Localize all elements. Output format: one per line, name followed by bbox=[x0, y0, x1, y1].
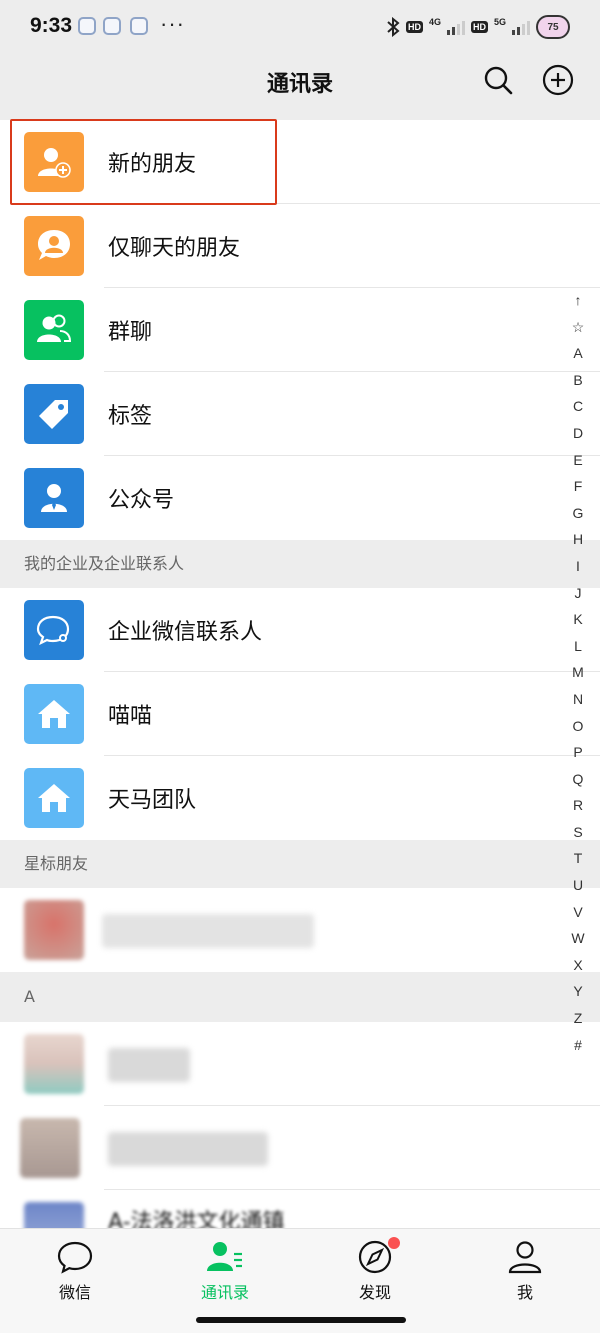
hd-badge: HD bbox=[470, 21, 488, 33]
network-type: 5G bbox=[493, 17, 506, 27]
search-icon[interactable] bbox=[482, 64, 514, 96]
section-header-starred: 星标朋友 bbox=[0, 840, 600, 888]
list-item-label: 公众号 bbox=[108, 488, 175, 513]
index-letter[interactable]: U bbox=[573, 872, 583, 899]
section-header-a: A bbox=[0, 972, 600, 1022]
list-item-label: 天马团队 bbox=[108, 788, 197, 813]
house-icon bbox=[24, 684, 84, 744]
contact-row[interactable] bbox=[0, 1106, 600, 1190]
plus-circle-icon[interactable] bbox=[542, 64, 574, 96]
index-letter[interactable]: K bbox=[573, 606, 582, 633]
index-letter[interactable]: A bbox=[573, 340, 582, 367]
contacts-icon bbox=[207, 1242, 242, 1271]
index-letter[interactable]: Z bbox=[574, 1005, 583, 1032]
avatar bbox=[24, 900, 84, 960]
contact-name-redacted bbox=[108, 1048, 190, 1082]
group-icon bbox=[24, 300, 84, 360]
index-letter[interactable]: P bbox=[573, 739, 582, 766]
avatar bbox=[20, 1118, 80, 1178]
notification-badge bbox=[388, 1237, 400, 1249]
status-indicators: HD 4G HD 5G 75 bbox=[386, 14, 570, 40]
list-item-tags[interactable]: 标签 bbox=[0, 372, 600, 456]
tag-icon bbox=[24, 384, 84, 444]
avatar bbox=[24, 1034, 84, 1094]
chat-only-icon bbox=[24, 216, 84, 276]
wecom-icon bbox=[24, 600, 84, 660]
index-letter[interactable]: I bbox=[576, 553, 580, 580]
person-icon bbox=[508, 1241, 542, 1274]
tab-label: 我 bbox=[516, 1283, 533, 1302]
section-header-enterprise: 我的企业及企业联系人 bbox=[0, 540, 600, 588]
index-letter[interactable]: ☆ bbox=[572, 314, 585, 341]
index-letter[interactable]: W bbox=[571, 925, 584, 952]
hd-badge: HD bbox=[405, 21, 423, 33]
list-item-label: 仅聊天的朋友 bbox=[108, 236, 241, 261]
list-item-enterprise[interactable]: 天马团队 bbox=[0, 756, 600, 840]
index-letter[interactable]: D bbox=[573, 420, 583, 447]
list-item-label: 企业微信联系人 bbox=[108, 620, 263, 645]
list-item-enterprise[interactable]: 喵喵 bbox=[0, 672, 600, 756]
index-letter[interactable]: # bbox=[574, 1032, 582, 1059]
index-letter[interactable]: C bbox=[573, 393, 583, 420]
index-letter[interactable]: V bbox=[573, 899, 582, 926]
highlight-box bbox=[10, 119, 277, 205]
index-letter[interactable]: R bbox=[573, 792, 583, 819]
tab-me[interactable]: 我 bbox=[450, 1229, 600, 1333]
contact-name-redacted bbox=[108, 1132, 268, 1166]
index-letter[interactable]: F bbox=[574, 473, 583, 500]
tab-label: 发现 bbox=[358, 1283, 391, 1302]
status-time: 9:33 bbox=[30, 14, 73, 37]
index-letter[interactable]: S bbox=[573, 819, 582, 846]
list-item-label: 群聊 bbox=[108, 320, 153, 345]
contact-list: 新的朋友 仅聊天的朋友 群聊 标签 公众号 我的企业及企业联系人 企业微信联系人… bbox=[0, 120, 600, 1250]
index-letter[interactable]: J bbox=[575, 580, 582, 607]
signal-icon bbox=[512, 19, 530, 35]
index-letter[interactable]: E bbox=[573, 447, 582, 474]
notification-app-icon bbox=[78, 17, 96, 35]
title-bar: 通讯录 bbox=[0, 54, 600, 120]
more-notifications-icon: ··· bbox=[160, 11, 185, 36]
index-letter[interactable]: H bbox=[573, 526, 583, 553]
tab-label: 通讯录 bbox=[200, 1283, 249, 1302]
contact-row[interactable] bbox=[0, 888, 600, 972]
index-letter[interactable]: B bbox=[573, 367, 582, 394]
index-letter[interactable]: X bbox=[573, 952, 582, 979]
index-letter[interactable]: Y bbox=[573, 978, 582, 1005]
notification-app-icon bbox=[130, 17, 148, 35]
house-icon bbox=[24, 768, 84, 828]
signal-icon bbox=[446, 19, 465, 35]
index-letter[interactable]: G bbox=[573, 500, 584, 527]
notification-app-icon bbox=[103, 17, 121, 35]
list-item-chat-only-friends[interactable]: 仅聊天的朋友 bbox=[0, 204, 600, 288]
list-item-label: 喵喵 bbox=[108, 704, 153, 729]
contact-name-redacted bbox=[102, 914, 314, 948]
list-item-label: 标签 bbox=[108, 404, 153, 429]
index-letter[interactable]: O bbox=[573, 713, 584, 740]
index-letter[interactable]: L bbox=[574, 633, 582, 660]
battery-icon: 75 bbox=[536, 15, 570, 39]
chat-icon bbox=[57, 1241, 93, 1274]
index-letter[interactable]: ↑ bbox=[575, 287, 582, 314]
list-item-wecom-contacts[interactable]: 企业微信联系人 bbox=[0, 588, 600, 672]
alphabet-index[interactable]: ↑ ☆ A B C D E F G H I J K L M N O P Q R … bbox=[568, 287, 588, 1058]
index-letter[interactable]: M bbox=[572, 659, 584, 686]
index-letter[interactable]: Q bbox=[573, 766, 584, 793]
contact-row[interactable] bbox=[0, 1022, 600, 1106]
status-bar: 9:33 ··· HD 4G HD 5G 75 bbox=[0, 0, 600, 54]
bluetooth-icon bbox=[387, 17, 400, 37]
list-item-official-accounts[interactable]: 公众号 bbox=[0, 456, 600, 540]
index-letter[interactable]: T bbox=[574, 845, 583, 872]
official-account-icon bbox=[24, 468, 84, 528]
network-type: 4G bbox=[428, 17, 441, 27]
index-letter[interactable]: N bbox=[573, 686, 583, 713]
home-indicator bbox=[196, 1317, 406, 1323]
tab-chats[interactable]: 微信 bbox=[0, 1229, 150, 1333]
list-item-group-chats[interactable]: 群聊 bbox=[0, 288, 600, 372]
tab-label: 微信 bbox=[58, 1283, 91, 1302]
